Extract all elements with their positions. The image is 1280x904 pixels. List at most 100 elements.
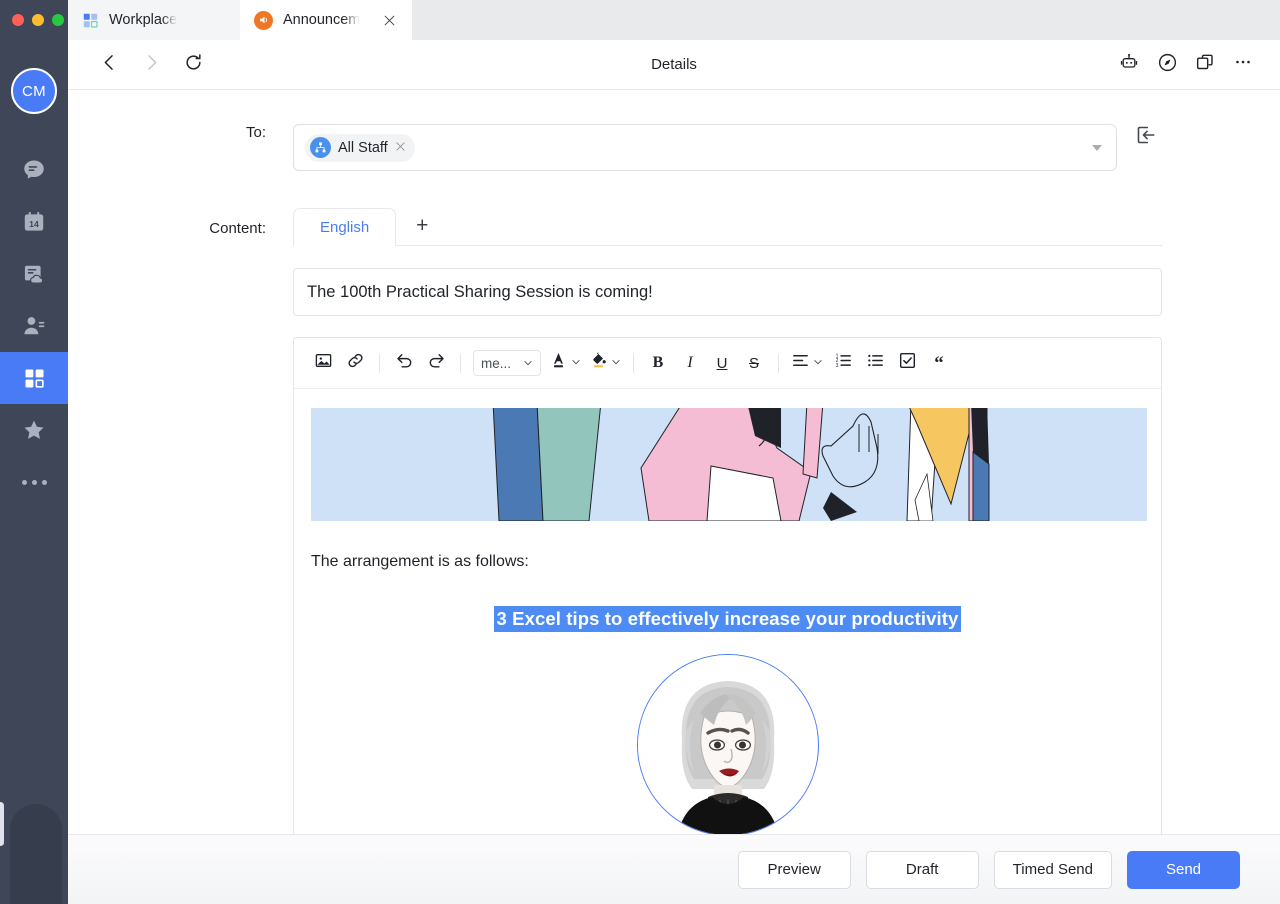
sidebar-item-contacts[interactable]	[0, 300, 68, 352]
font-size-select[interactable]: me...	[473, 350, 541, 376]
minimize-window-button[interactable]	[32, 14, 44, 26]
checklist-button[interactable]	[892, 348, 922, 378]
strikethrough-button[interactable]: S	[739, 348, 769, 378]
chevron-down-icon[interactable]	[813, 357, 823, 369]
caret-down-icon[interactable]	[1092, 144, 1102, 151]
highlight-color-icon	[589, 350, 608, 376]
subject-input[interactable]: The 100th Practical Sharing Session is c…	[293, 268, 1162, 316]
timed-send-button[interactable]: Timed Send	[993, 850, 1112, 889]
to-label: To:	[245, 124, 266, 141]
chevron-left-icon	[100, 53, 119, 77]
star-icon	[21, 417, 47, 443]
chevron-down-icon[interactable]	[611, 357, 621, 369]
image-icon	[314, 351, 333, 375]
robot-icon	[1119, 52, 1139, 77]
more-button[interactable]	[1228, 50, 1258, 80]
chevron-right-icon	[142, 53, 161, 77]
text-color-button[interactable]	[546, 348, 584, 378]
portrait-row	[311, 654, 1144, 834]
toolbar-separator	[778, 353, 779, 373]
grid-icon	[82, 12, 99, 29]
tab-label: Announcem	[283, 12, 361, 28]
zoom-window-button[interactable]	[52, 14, 64, 26]
footer-actions: Preview Draft Timed Send Send	[68, 834, 1280, 904]
reload-button[interactable]	[174, 46, 212, 84]
sidebar-item-workplace[interactable]	[0, 352, 68, 404]
rail-drag-handle[interactable]	[0, 802, 4, 846]
font-size-value: me...	[481, 355, 512, 371]
grid-icon	[23, 367, 46, 390]
bold-button[interactable]: B	[643, 348, 673, 378]
draft-button[interactable]: Draft	[865, 850, 979, 889]
form-body: To: All Staff Content: English + The 100…	[68, 90, 1280, 834]
tab-announcement[interactable]: Announcem	[240, 0, 412, 40]
sidebar-item-chat[interactable]	[0, 144, 68, 196]
align-left-icon	[791, 351, 810, 375]
send-button[interactable]: Send	[1127, 850, 1240, 889]
link-icon	[346, 351, 365, 375]
tab-workplace[interactable]: Workplace	[68, 0, 240, 40]
calendar-14-icon: 14	[21, 209, 47, 235]
content-label: Content:	[209, 220, 266, 237]
import-members-button[interactable]	[1133, 124, 1159, 150]
main-area: Workplace Announcem Details To: All Staf…	[68, 0, 1280, 904]
quote-button[interactable]: “	[924, 348, 954, 378]
close-icon[interactable]	[395, 141, 406, 154]
nav-actions	[1114, 50, 1280, 80]
redo-button[interactable]	[421, 348, 451, 378]
sidebar-item-more[interactable]	[0, 456, 68, 508]
preview-button[interactable]: Preview	[737, 850, 851, 889]
chevron-down-icon[interactable]	[571, 357, 581, 369]
add-language-button[interactable]: +	[396, 207, 448, 245]
ordered-list-button[interactable]: 1 2 3	[828, 348, 858, 378]
contacts-icon	[21, 313, 47, 339]
editor-column: English + The 100th Practical Sharing Se…	[293, 208, 1163, 834]
language-tabs: English +	[293, 208, 1163, 246]
subject-value: The 100th Practical Sharing Session is c…	[307, 282, 653, 301]
explore-button[interactable]	[1152, 50, 1182, 80]
insert-image-button[interactable]	[308, 348, 338, 378]
rail-item-list: 14	[0, 144, 68, 508]
compass-icon	[1157, 52, 1178, 78]
banner-illustration[interactable]	[311, 408, 1147, 521]
redo-icon	[427, 351, 446, 375]
open-in-new-window-button[interactable]	[1190, 50, 1220, 80]
robot-button[interactable]	[1114, 50, 1144, 80]
more-dots-icon	[21, 479, 47, 485]
app-window: CM 14 Workplace Announcem Details To: Al…	[0, 0, 1280, 904]
chevron-down-icon	[523, 356, 533, 371]
tab-strip: Workplace Announcem	[68, 0, 1280, 40]
close-icon[interactable]	[380, 11, 398, 29]
speaker-portrait[interactable]	[636, 654, 819, 834]
align-button[interactable]	[788, 348, 826, 378]
recipient-chip-label: All Staff	[338, 139, 388, 156]
forward-button[interactable]	[132, 46, 170, 84]
insert-link-button[interactable]	[340, 348, 370, 378]
bullet-list-button[interactable]	[860, 348, 890, 378]
close-window-button[interactable]	[12, 14, 24, 26]
sidebar-item-favorites[interactable]	[0, 404, 68, 456]
tab-english[interactable]: English	[293, 208, 397, 246]
toolbar-separator	[633, 353, 634, 373]
undo-icon	[395, 351, 414, 375]
editor-canvas[interactable]: The arrangement is as follows: 3 Excel t…	[294, 389, 1161, 834]
italic-button[interactable]: I	[675, 348, 705, 378]
to-row: To: All Staff	[68, 90, 1280, 171]
document-paragraph[interactable]: The arrangement is as follows:	[311, 553, 1144, 571]
toolbar-separator	[379, 353, 380, 373]
underline-button[interactable]: U	[707, 348, 737, 378]
undo-button[interactable]	[389, 348, 419, 378]
sidebar-item-calendar[interactable]: 14	[0, 196, 68, 248]
recipient-chip[interactable]: All Staff	[305, 133, 415, 162]
avatar-initials: CM	[22, 82, 46, 100]
avatar[interactable]: CM	[11, 68, 57, 114]
selected-heading-text[interactable]: 3 Excel tips to effectively increase you…	[493, 606, 962, 632]
document-heading-row: 3 Excel tips to effectively increase you…	[311, 606, 1144, 632]
docs-cloud-icon	[21, 261, 47, 287]
to-input[interactable]: All Staff	[293, 124, 1117, 171]
ordered-list-icon: 1 2 3	[834, 351, 853, 375]
sidebar-item-docs[interactable]	[0, 248, 68, 300]
highlight-color-button[interactable]	[586, 348, 624, 378]
back-button[interactable]	[90, 46, 128, 84]
chat-icon	[21, 157, 47, 183]
